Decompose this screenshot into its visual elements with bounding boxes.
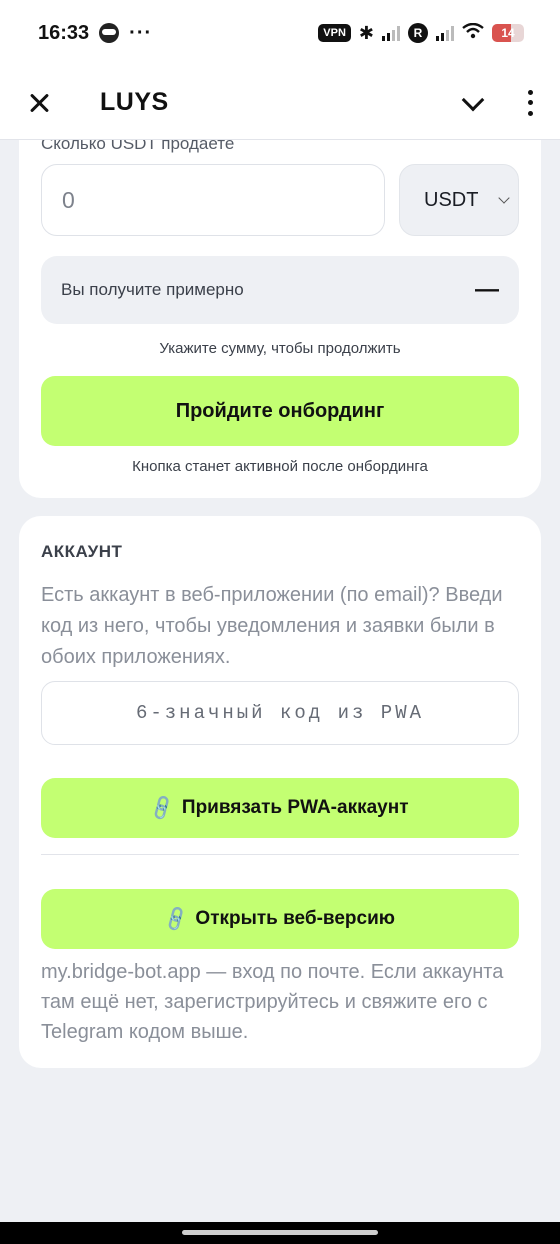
receive-value: — xyxy=(475,276,499,303)
chevron-down-icon[interactable] xyxy=(460,90,486,116)
link-pwa-button[interactable]: 🔗 Привязать PWA-аккаунт xyxy=(41,778,519,838)
incognito-icon xyxy=(99,23,120,43)
pwa-code-input[interactable]: 6-значный код из PWA xyxy=(41,681,519,745)
link-icon: 🔗 xyxy=(147,793,178,822)
status-bar: 16:33 ··· VPN ✱ R 14 xyxy=(0,0,560,66)
sell-card: Сколько USDT продаете 0 USDT Вы получите… xyxy=(19,110,541,498)
account-card: АККАУНТ Есть аккаунт в веб-приложении (п… xyxy=(19,516,541,1068)
receive-estimate: Вы получите примерно — xyxy=(41,256,519,324)
currency-select[interactable]: USDT xyxy=(399,164,519,236)
onboarding-hint: Кнопка станет активной после онбординга xyxy=(132,458,428,475)
open-web-button[interactable]: 🔗 Открыть веб-версию xyxy=(41,889,519,949)
amount-hint: Укажите сумму, чтобы продолжить xyxy=(159,340,401,357)
onboarding-button[interactable]: Пройдите онбординг xyxy=(41,376,519,446)
system-nav-bar xyxy=(0,1222,560,1244)
amount-input[interactable]: 0 xyxy=(41,164,385,236)
battery-icon: 14 xyxy=(492,24,524,42)
signal-icon xyxy=(382,25,400,41)
status-right: VPN ✱ R 14 xyxy=(318,22,524,44)
receive-label: Вы получите примерно xyxy=(61,280,244,299)
chevron-down-icon xyxy=(498,192,510,204)
status-time: 16:33 xyxy=(38,21,90,44)
status-more: ··· xyxy=(129,21,153,44)
account-title: АККАУНТ xyxy=(41,542,123,561)
link-icon: 🔗 xyxy=(161,904,191,933)
account-description: Есть аккаунт в веб-приложении (по email)… xyxy=(41,584,503,668)
app-header: LUYS xyxy=(0,66,560,140)
link-pwa-label: Привязать PWA-аккаунт xyxy=(181,797,409,818)
more-vertical-icon[interactable] xyxy=(526,89,534,116)
signal-icon-2 xyxy=(436,25,454,41)
app-title: LUYS xyxy=(100,88,169,116)
open-web-label: Открыть веб-версию xyxy=(195,908,395,929)
vpn-icon: VPN xyxy=(318,24,351,42)
r-badge-icon: R xyxy=(408,23,428,43)
wifi-icon xyxy=(462,22,484,44)
close-icon[interactable] xyxy=(26,90,52,116)
account-footer-note: my.bridge-bot.app — вход по почте. Если … xyxy=(41,961,504,1043)
bluetooth-icon: ✱ xyxy=(358,22,374,43)
currency-value: USDT xyxy=(424,188,479,211)
battery-level: 14 xyxy=(501,26,515,40)
status-left: 16:33 ··· xyxy=(38,22,152,45)
divider xyxy=(41,854,519,855)
home-handle[interactable] xyxy=(182,1230,378,1235)
